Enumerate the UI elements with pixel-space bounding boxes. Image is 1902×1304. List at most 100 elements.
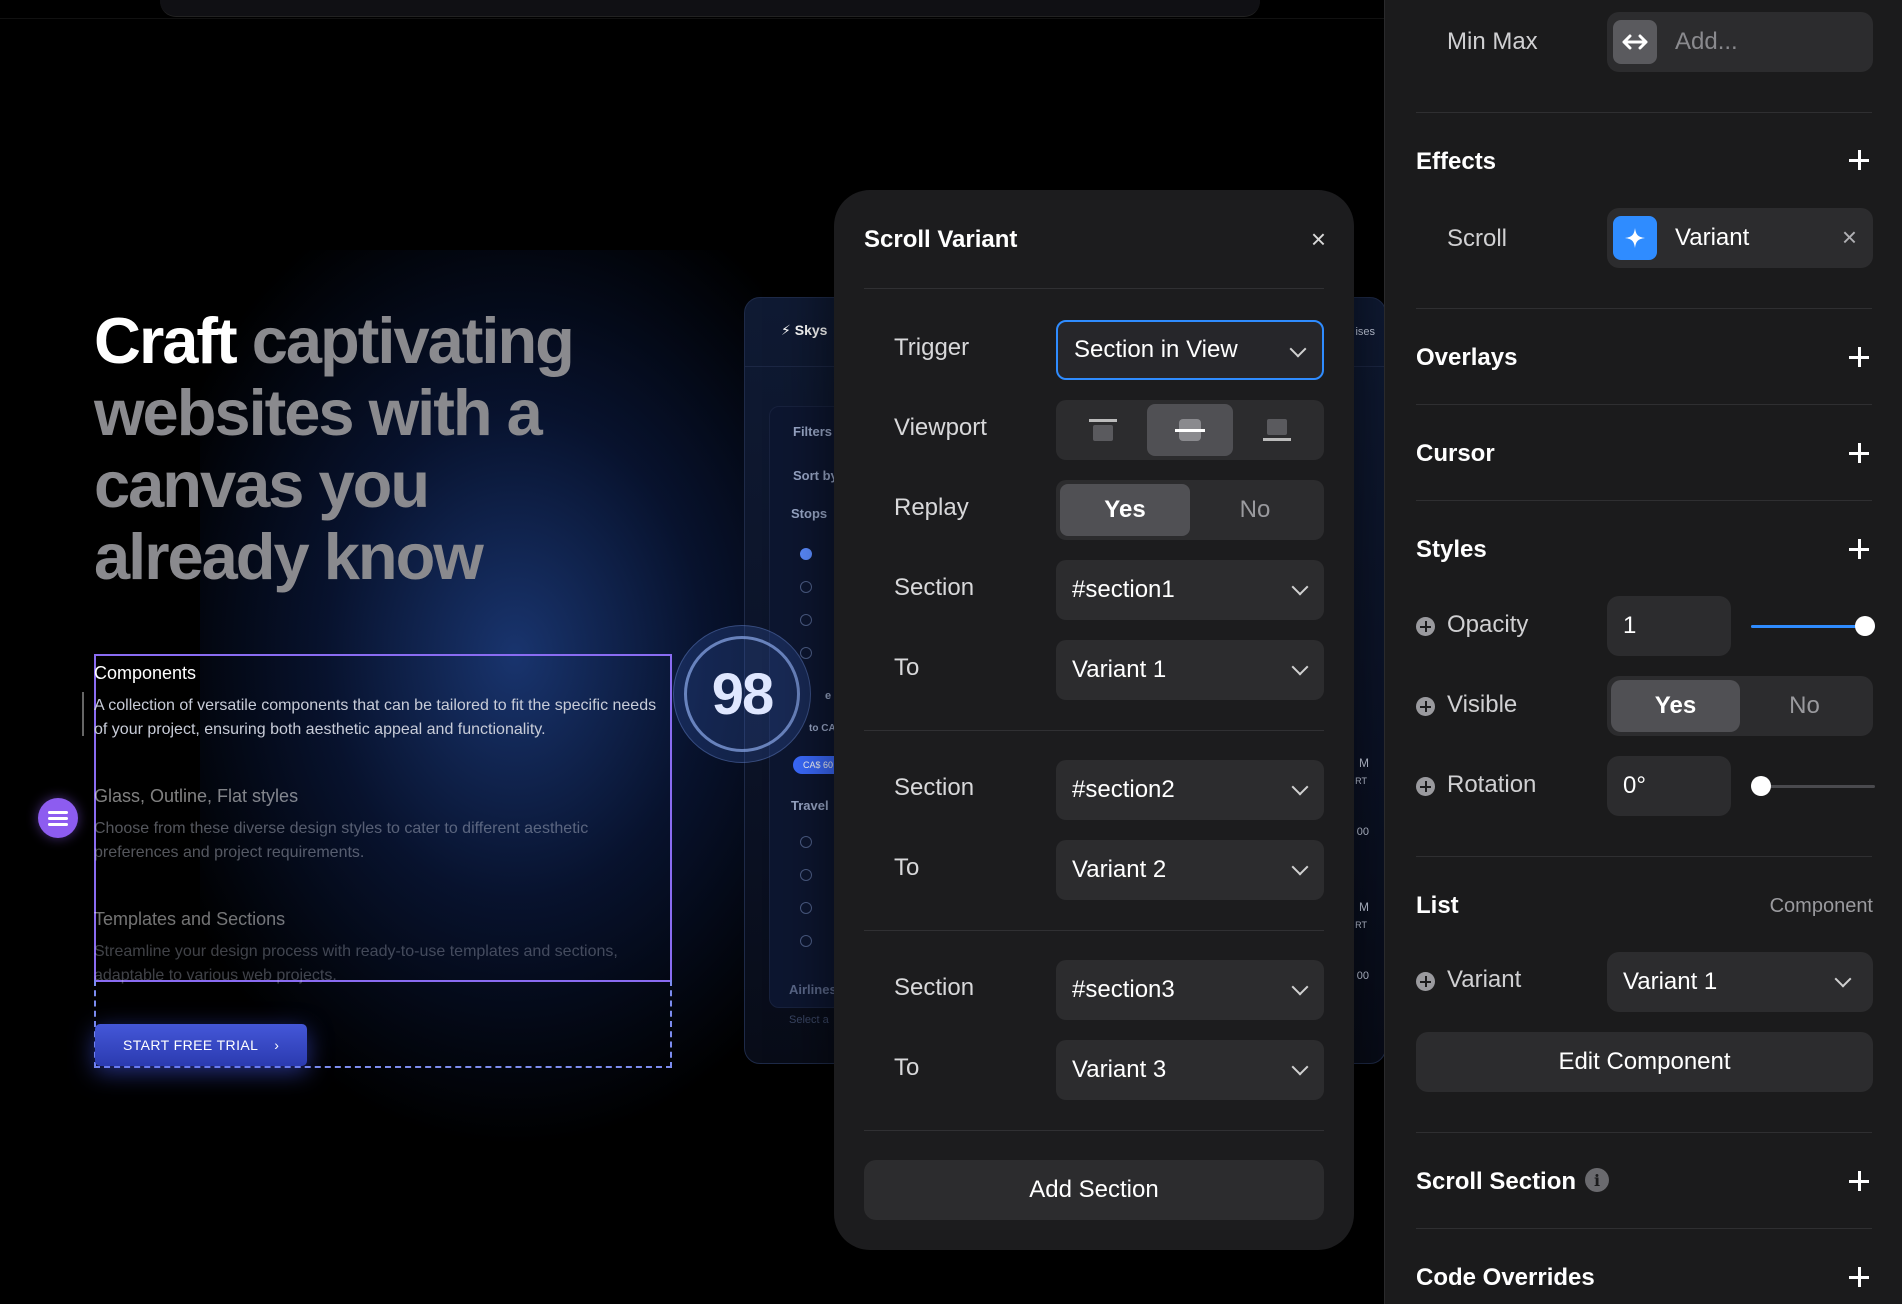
- visible-segmented-control[interactable]: Yes No: [1607, 676, 1873, 736]
- to-label: To: [894, 854, 920, 881]
- mockup-label: e: [825, 690, 832, 702]
- minmax-field[interactable]: Add...: [1607, 12, 1873, 72]
- variant-1-select[interactable]: Variant 1: [1056, 640, 1324, 700]
- slider-knob[interactable]: [1855, 616, 1875, 636]
- mockup-label: to CA: [809, 723, 836, 734]
- variant-value: Variant 1: [1072, 656, 1167, 683]
- add-cursor-plus-icon[interactable]: [1849, 443, 1869, 463]
- variant-select[interactable]: Variant 1: [1607, 952, 1873, 1012]
- variant-value: Variant 1: [1623, 968, 1718, 995]
- mockup-label: Airlines: [789, 982, 837, 997]
- slider-knob[interactable]: [1751, 776, 1771, 796]
- section-value: #section2: [1072, 776, 1175, 803]
- divider: [1416, 404, 1872, 405]
- close-icon[interactable]: ×: [1311, 224, 1326, 255]
- radio-icon: [800, 935, 812, 947]
- component-tag: Component: [1769, 895, 1873, 917]
- feature-components[interactable]: Components A collection of versatile com…: [94, 663, 664, 742]
- divider: [864, 930, 1324, 931]
- scroll-variant-dialog: Scroll Variant × Trigger Section in View…: [834, 190, 1354, 1250]
- chevron-down-icon: [1291, 978, 1309, 996]
- feature-title: Glass, Outline, Flat styles: [94, 786, 299, 806]
- visible-yes-option[interactable]: Yes: [1611, 680, 1740, 732]
- section-2-select[interactable]: #section2: [1056, 760, 1324, 820]
- viewport-bottom-option[interactable]: [1233, 404, 1320, 456]
- sparkle-icon: [1613, 216, 1657, 260]
- hero-heading: Craft captivating websites with a canvas…: [94, 305, 654, 593]
- mockup-right-text: M: [1359, 756, 1369, 770]
- opacity-input[interactable]: 1: [1607, 596, 1731, 656]
- add-effect-plus-icon[interactable]: [1849, 150, 1869, 170]
- feature-templates[interactable]: Templates and Sections Streamline your d…: [94, 909, 664, 988]
- scroll-effect-value: Variant: [1675, 224, 1750, 251]
- edit-component-button[interactable]: Edit Component: [1416, 1032, 1873, 1092]
- variant-label: Variant: [1447, 966, 1522, 993]
- replay-yes-option[interactable]: Yes: [1060, 484, 1190, 536]
- section-value: #section3: [1072, 976, 1175, 1003]
- code-overrides-heading: Code Overrides: [1416, 1264, 1595, 1291]
- add-circle-icon[interactable]: [1416, 777, 1435, 796]
- cursor-heading: Cursor: [1416, 440, 1495, 467]
- canvas-top-divider: [0, 18, 1384, 19]
- opacity-slider[interactable]: [1751, 616, 1875, 636]
- add-circle-icon[interactable]: [1416, 697, 1435, 716]
- mockup-label: Travel: [791, 798, 829, 813]
- score-value: 98: [684, 636, 800, 752]
- replay-segmented-control[interactable]: Yes No: [1056, 480, 1324, 540]
- rotation-label: Rotation: [1447, 771, 1537, 798]
- minmax-label: Min Max: [1447, 28, 1538, 55]
- radio-icon: [800, 548, 812, 560]
- visible-label: Visible: [1447, 691, 1518, 718]
- variant-value: Variant 3: [1072, 1056, 1167, 1083]
- radio-icon: [800, 902, 812, 914]
- add-code-override-plus-icon[interactable]: [1849, 1267, 1869, 1287]
- radio-icon: [800, 647, 812, 659]
- section-label: Section: [894, 774, 975, 801]
- viewport-top-option[interactable]: [1060, 404, 1147, 456]
- overlays-heading: Overlays: [1416, 344, 1518, 371]
- chevron-down-icon: [1291, 858, 1309, 876]
- variant-3-select[interactable]: Variant 3: [1056, 1040, 1324, 1100]
- rotation-slider[interactable]: [1751, 776, 1875, 796]
- minmax-placeholder: Add...: [1675, 28, 1738, 55]
- radio-icon: [800, 869, 812, 881]
- cta-label: START FREE TRIAL: [123, 1037, 259, 1053]
- add-circle-icon[interactable]: [1416, 972, 1435, 991]
- trigger-select[interactable]: Section in View: [1056, 320, 1324, 380]
- chevron-down-icon: [1291, 658, 1309, 676]
- remove-icon[interactable]: ×: [1842, 222, 1857, 253]
- add-overlay-plus-icon[interactable]: [1849, 347, 1869, 367]
- feature-styles[interactable]: Glass, Outline, Flat styles Choose from …: [94, 786, 664, 865]
- section-1-select[interactable]: #section1: [1056, 560, 1324, 620]
- text-cursor-marker: [82, 692, 84, 736]
- replay-no-option[interactable]: No: [1190, 484, 1320, 536]
- scroll-effect-field[interactable]: Variant ×: [1607, 208, 1873, 268]
- scroll-section-heading: Scroll Section: [1416, 1168, 1577, 1195]
- variant-2-select[interactable]: Variant 2: [1056, 840, 1324, 900]
- divider: [1416, 308, 1872, 309]
- feature-title: Templates and Sections: [94, 909, 286, 929]
- trigger-label: Trigger: [894, 334, 970, 361]
- start-free-trial-button[interactable]: START FREE TRIAL ›: [95, 1024, 307, 1066]
- section-3-select[interactable]: #section3: [1056, 960, 1324, 1020]
- replay-label: Replay: [894, 494, 969, 521]
- design-canvas[interactable]: Craft captivating websites with a canvas…: [0, 0, 1384, 1304]
- stack-handle-icon[interactable]: [38, 798, 78, 838]
- info-icon[interactable]: i: [1585, 1168, 1609, 1192]
- add-scroll-section-plus-icon[interactable]: [1849, 1171, 1869, 1191]
- visible-no-option[interactable]: No: [1740, 680, 1869, 732]
- chevron-right-icon: ›: [274, 1037, 280, 1053]
- to-label: To: [894, 654, 920, 681]
- add-circle-icon[interactable]: [1416, 617, 1435, 636]
- add-style-plus-icon[interactable]: [1849, 539, 1869, 559]
- hero-heading-bright: Craft: [94, 304, 238, 377]
- align-bottom-icon: [1262, 419, 1291, 441]
- trigger-value: Section in View: [1074, 336, 1238, 363]
- viewport-center-option[interactable]: [1146, 404, 1234, 456]
- score-badge: 98: [673, 625, 811, 763]
- rotation-input[interactable]: 0°: [1607, 756, 1731, 816]
- add-section-button[interactable]: Add Section: [864, 1160, 1324, 1220]
- mockup-label: Filters: [793, 424, 833, 439]
- feature-description: Streamline your design process with read…: [94, 943, 618, 984]
- viewport-segmented-control[interactable]: [1056, 400, 1324, 460]
